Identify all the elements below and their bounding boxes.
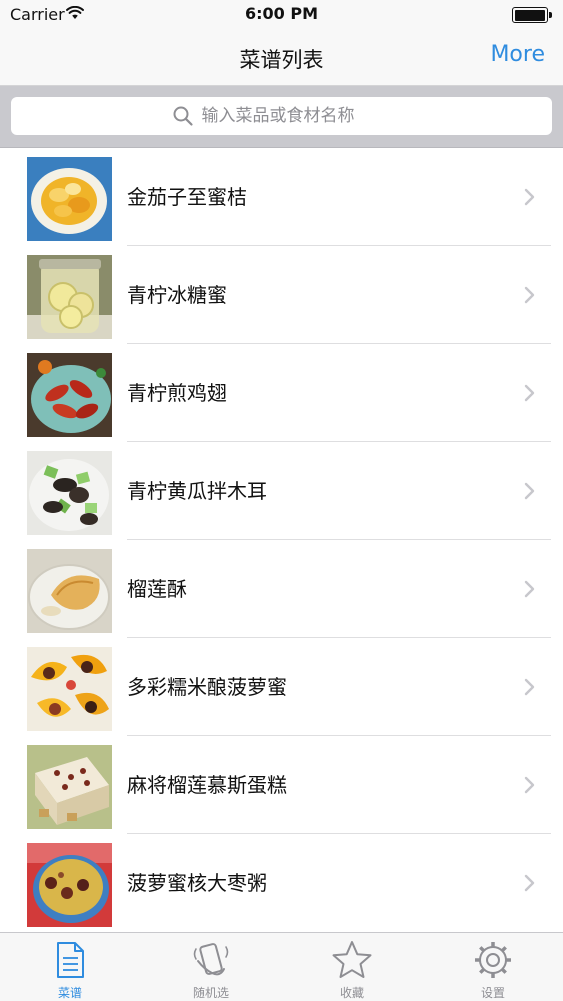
recipe-name: 青柠黄瓜拌木耳 — [127, 479, 267, 503]
chevron-right-icon — [524, 580, 535, 598]
status-time: 6:00 PM — [244, 4, 318, 23]
shake-phone-icon — [193, 943, 229, 976]
recipe-thumbnail — [27, 549, 112, 633]
tab-settings[interactable]: 设置 — [423, 933, 563, 1001]
recipe-name: 青柠冰糖蜜 — [127, 283, 227, 307]
chevron-right-icon — [524, 776, 535, 794]
recipe-thumbnail — [27, 255, 112, 339]
chevron-right-icon — [524, 286, 535, 304]
tab-label: 随机选 — [192, 986, 229, 1000]
battery-icon — [512, 7, 554, 23]
more-button[interactable]: More — [490, 42, 545, 67]
recipe-name: 金茄子至蜜桔 — [127, 185, 247, 209]
recipe-thumbnail — [27, 843, 112, 927]
recipe-row[interactable]: 金茄子至蜜桔 — [0, 148, 563, 246]
recipe-row[interactable]: 多彩糯米酿菠萝蜜 — [0, 638, 563, 736]
search-input[interactable] — [201, 106, 392, 126]
recipe-row[interactable]: 菠萝蜜核大枣粥 — [0, 834, 563, 932]
recipe-thumbnail — [27, 451, 112, 535]
gear-icon — [475, 942, 511, 978]
recipe-name: 麻将榴莲慕斯蛋糕 — [127, 773, 287, 797]
recipe-thumbnail — [27, 353, 112, 437]
search-field[interactable] — [11, 97, 552, 135]
search-icon — [173, 106, 193, 126]
chevron-right-icon — [524, 384, 535, 402]
recipe-thumbnail — [27, 647, 112, 731]
chevron-right-icon — [524, 188, 535, 206]
tab-recipes[interactable]: 菜谱 — [0, 933, 140, 1001]
recipe-row[interactable]: 青柠煎鸡翅 — [0, 344, 563, 442]
recipe-name: 菠萝蜜核大枣粥 — [127, 871, 267, 895]
recipe-list: 金茄子至蜜桔 青柠冰糖蜜 青柠煎鸡翅 青柠黄瓜拌木耳 榴莲酥 多彩糯米酿菠萝蜜 … — [0, 148, 563, 932]
tab-label: 菜谱 — [57, 986, 82, 1000]
recipe-row[interactable]: 青柠黄瓜拌木耳 — [0, 442, 563, 540]
tab-random[interactable]: 随机选 — [141, 933, 281, 1001]
tab-label: 设置 — [480, 986, 505, 1000]
recipe-name: 多彩糯米酿菠萝蜜 — [127, 675, 287, 699]
recipe-thumbnail — [27, 745, 112, 829]
navigation-bar: Carrier 6:00 PM 菜谱列表 More — [0, 0, 563, 86]
tab-favorites[interactable]: 收藏 — [282, 933, 422, 1001]
recipe-row[interactable]: 麻将榴莲慕斯蛋糕 — [0, 736, 563, 834]
recipe-name: 榴莲酥 — [127, 577, 187, 601]
recipe-name: 青柠煎鸡翅 — [127, 381, 227, 405]
page-title: 菜谱列表 — [239, 48, 324, 72]
tab-bar: 菜谱 随机选 收藏 设置 — [0, 932, 563, 1000]
chevron-right-icon — [524, 678, 535, 696]
search-bar — [0, 86, 563, 148]
document-icon — [57, 942, 84, 978]
chevron-right-icon — [524, 874, 535, 892]
star-icon — [332, 941, 372, 978]
recipe-thumbnail — [27, 157, 112, 241]
chevron-right-icon — [524, 482, 535, 500]
recipe-row[interactable]: 榴莲酥 — [0, 540, 563, 638]
recipe-row[interactable]: 青柠冰糖蜜 — [0, 246, 563, 344]
tab-label: 收藏 — [339, 986, 364, 1000]
status-bar: Carrier 6:00 PM — [0, 0, 563, 30]
